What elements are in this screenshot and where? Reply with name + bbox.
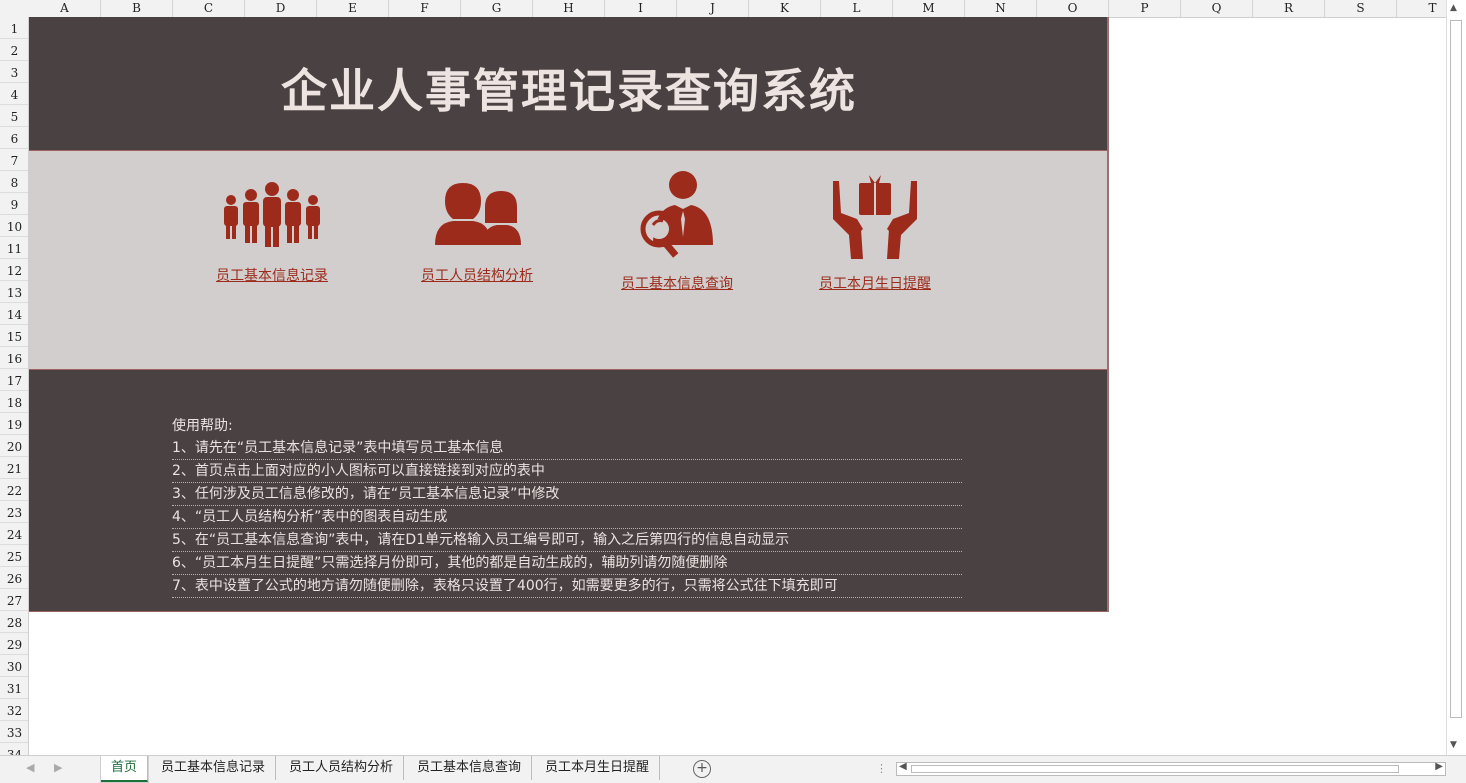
row-header-cell[interactable]: 32 <box>0 699 28 721</box>
row-header-cell[interactable]: 7 <box>0 149 28 171</box>
title-panel: 企业人事管理记录查询系统 <box>29 17 1109 150</box>
tab-birthday-reminder[interactable]: 员工本月生日提醒 <box>535 756 661 780</box>
scroll-up-arrow-icon[interactable]: ▲ <box>1450 3 1457 13</box>
help-line: 7、表中设置了公式的地方请勿随便删除，表格只设置了400行，如需要更多的行，只需… <box>172 575 962 598</box>
scroll-left-arrow-icon[interactable]: ◀ <box>899 761 907 772</box>
column-header-cell[interactable]: H <box>533 0 605 17</box>
row-header-cell[interactable]: 1 <box>0 17 28 39</box>
column-header: ABCDEFGHIJKLMNOPQRST <box>0 0 1446 18</box>
row-header-cell[interactable]: 33 <box>0 721 28 743</box>
row-header-cell[interactable]: 17 <box>0 369 28 391</box>
row-header-cell[interactable]: 14 <box>0 303 28 325</box>
row-header-cell[interactable]: 29 <box>0 633 28 655</box>
row-header-cell[interactable]: 20 <box>0 435 28 457</box>
column-header-cell[interactable]: S <box>1325 0 1397 17</box>
column-header-cell[interactable]: M <box>893 0 965 17</box>
panel-right-border <box>1107 17 1109 612</box>
row-header-cell[interactable]: 22 <box>0 479 28 501</box>
help-line: 2、首页点击上面对应的小人图标可以直接链接到对应的表中 <box>172 460 962 483</box>
row-header-cell[interactable]: 26 <box>0 567 28 589</box>
column-header-cell[interactable]: D <box>245 0 317 17</box>
row-header-cell[interactable]: 2 <box>0 39 28 61</box>
vertical-scroll-thumb[interactable] <box>1450 20 1462 718</box>
column-header-cell[interactable]: P <box>1109 0 1181 17</box>
row-header-cell[interactable]: 18 <box>0 391 28 413</box>
horizontal-scrollbar[interactable]: ◀ ▶ <box>896 761 1446 776</box>
row-header-cell[interactable]: 15 <box>0 325 28 347</box>
tab-employee-record[interactable]: 员工基本信息记录 <box>151 756 277 780</box>
row-header-cell[interactable]: 6 <box>0 127 28 149</box>
row-header-cell[interactable]: 24 <box>0 523 28 545</box>
couple-icon <box>435 183 521 245</box>
link-structure-analysis[interactable]: 员工人员结构分析 <box>407 265 547 285</box>
link-employee-record[interactable]: 员工基本信息记录 <box>202 265 342 285</box>
row-header-cell[interactable]: 8 <box>0 171 28 193</box>
column-header-cell[interactable]: J <box>677 0 749 17</box>
link-employee-query[interactable]: 员工基本信息查询 <box>607 273 747 293</box>
scroll-right-arrow-icon[interactable]: ▶ <box>1435 761 1443 772</box>
row-header-cell[interactable]: 13 <box>0 281 28 303</box>
column-header-cell[interactable]: R <box>1253 0 1325 17</box>
help-panel: 使用帮助: 1、请先在“员工基本信息记录”表中填写员工基本信息 2、首页点击上面… <box>29 370 1109 612</box>
tab-employee-query[interactable]: 员工基本信息查询 <box>407 756 533 780</box>
row-header-cell[interactable]: 27 <box>0 589 28 611</box>
row-header-cell[interactable]: 31 <box>0 677 28 699</box>
help-line: 1、请先在“员工基本信息记录”表中填写员工基本信息 <box>172 437 962 460</box>
help-line: 5、在“员工基本信息查询”表中，请在D1单元格输入员工编号即可，输入之后第四行的… <box>172 529 962 552</box>
row-header-cell[interactable]: 30 <box>0 655 28 677</box>
column-header-cell[interactable]: N <box>965 0 1037 17</box>
row-header-cell[interactable]: 12 <box>0 259 28 281</box>
column-header-cell[interactable]: A <box>29 0 101 17</box>
row-header-cell[interactable]: 10 <box>0 215 28 237</box>
column-header-cell[interactable]: L <box>821 0 893 17</box>
column-header-cell[interactable]: C <box>173 0 245 17</box>
group-people-icon <box>224 182 320 247</box>
nav-icon-employee-record[interactable]: 员工基本信息记录 <box>202 181 342 285</box>
help-section: 使用帮助: 1、请先在“员工基本信息记录”表中填写员工基本信息 2、首页点击上面… <box>172 415 962 598</box>
scroll-down-arrow-icon[interactable]: ▼ <box>1450 740 1457 750</box>
row-header-cell[interactable]: 11 <box>0 237 28 259</box>
nav-icon-structure-analysis[interactable]: 员工人员结构分析 <box>407 181 547 285</box>
nav-icon-birthday-reminder[interactable]: 员工本月生日提醒 <box>805 175 945 293</box>
page-title: 企业人事管理记录查询系统 <box>281 64 857 118</box>
tab-structure-analysis[interactable]: 员工人员结构分析 <box>279 756 405 780</box>
row-header-cell[interactable]: 25 <box>0 545 28 567</box>
sheet-tab-bar: ◀ ▶ 首页 员工基本信息记录 员工人员结构分析 员工基本信息查询 员工本月生日… <box>0 755 1466 783</box>
column-header-cell[interactable]: G <box>461 0 533 17</box>
split-handle-icon[interactable]: ⋮ <box>876 762 887 775</box>
row-header-cell[interactable]: 5 <box>0 105 28 127</box>
row-header-cell[interactable]: 23 <box>0 501 28 523</box>
prev-sheet-arrow-icon[interactable]: ◀ <box>26 761 34 774</box>
row-header-cell[interactable]: 34 <box>0 743 28 755</box>
row-header: 1 2 3 4 5 6 7 8 9 10 11 12 13 14 15 16 17 18 19 20 21 22 23 24 2… <box>0 17 29 755</box>
person-magnifier-icon <box>640 171 713 258</box>
tab-home[interactable]: 首页 <box>101 756 149 782</box>
add-sheet-icon[interactable]: + <box>693 760 711 778</box>
row-header-cell[interactable]: 21 <box>0 457 28 479</box>
row-header-cell[interactable]: 19 <box>0 413 28 435</box>
help-line: 3、任何涉及员工信息修改的，请在“员工基本信息记录”中修改 <box>172 483 962 506</box>
column-header-cell[interactable]: B <box>101 0 173 17</box>
column-header-cell[interactable]: F <box>389 0 461 17</box>
link-birthday-reminder[interactable]: 员工本月生日提醒 <box>805 273 945 293</box>
horizontal-scroll-thumb[interactable] <box>911 765 1399 773</box>
nav-icon-employee-query[interactable]: 员工基本信息查询 <box>607 171 747 293</box>
column-header-cell[interactable]: E <box>317 0 389 17</box>
help-line: 4、“员工人员结构分析”表中的图表自动生成 <box>172 506 962 529</box>
help-heading: 使用帮助: <box>172 418 233 434</box>
column-header-cell[interactable]: I <box>605 0 677 17</box>
row-header-cell[interactable]: 16 <box>0 347 28 369</box>
vertical-scrollbar[interactable]: ▲ ▼ <box>1446 0 1466 755</box>
help-line: 6、“员工本月生日提醒”只需选择月份即可，其他的都是自动生成的，辅助列请勿随便删… <box>172 552 962 575</box>
column-header-cell[interactable]: O <box>1037 0 1109 17</box>
row-header-cell[interactable]: 28 <box>0 611 28 633</box>
icon-panel: 员工基本信息记录 员工人员结构分析 员工基本信息查询 员工本月生日提醒 <box>29 150 1109 370</box>
row-header-cell[interactable]: 3 <box>0 61 28 83</box>
column-header-cell[interactable]: Q <box>1181 0 1253 17</box>
row-header-cell[interactable]: 9 <box>0 193 28 215</box>
hands-gift-icon <box>833 175 917 259</box>
column-header-cell[interactable]: K <box>749 0 821 17</box>
next-sheet-arrow-icon[interactable]: ▶ <box>54 761 62 774</box>
row-header-cell[interactable]: 4 <box>0 83 28 105</box>
